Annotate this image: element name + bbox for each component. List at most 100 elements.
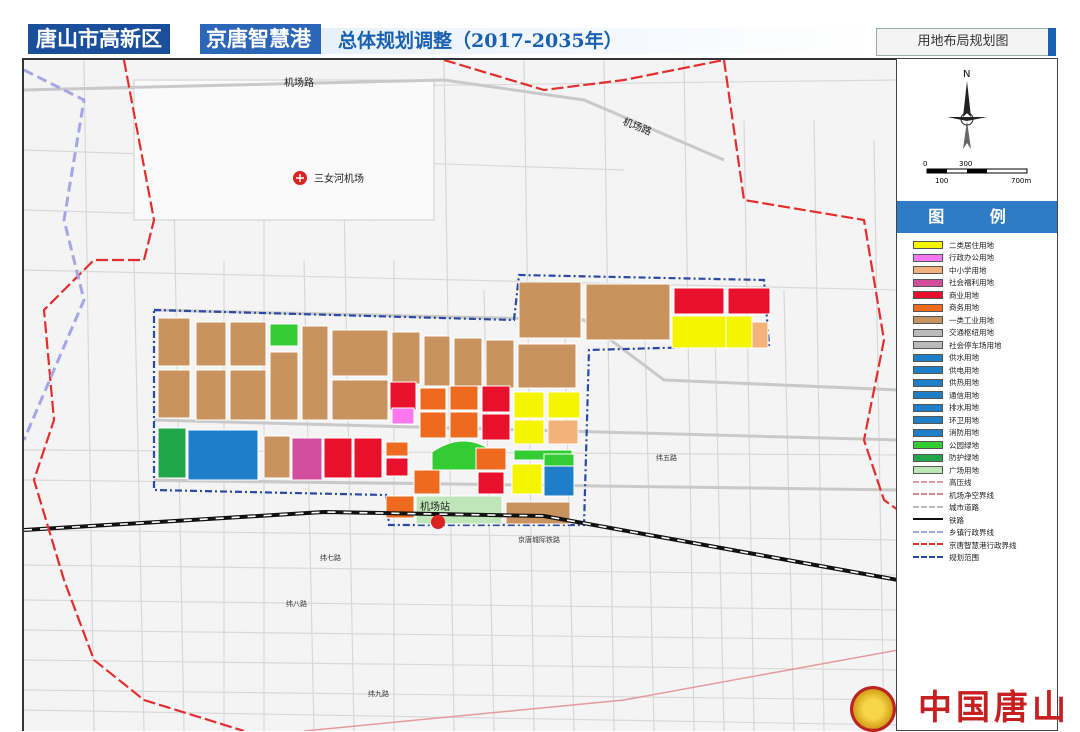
legend-swatch bbox=[913, 241, 943, 250]
map-name-label: 用地布局规划图 bbox=[876, 28, 1050, 56]
legend-label: 广场用地 bbox=[949, 465, 979, 475]
legend-swatch bbox=[913, 441, 943, 450]
legend-label: 中小学用地 bbox=[949, 265, 987, 275]
legend-swatch bbox=[913, 403, 943, 412]
legend-label: 规划范围 bbox=[949, 553, 979, 563]
legend-item: 行政办公用地 bbox=[913, 252, 1053, 265]
legend-label: 公园绿地 bbox=[949, 440, 979, 450]
legend-item: 社会福利用地 bbox=[913, 277, 1053, 290]
scale-tick-700: 700m bbox=[1011, 177, 1031, 185]
airport-label: 三女河机场 bbox=[314, 172, 364, 185]
legend-item: 环卫用地 bbox=[913, 414, 1053, 427]
legend-label: 供热用地 bbox=[949, 378, 979, 388]
legend-swatch bbox=[913, 391, 943, 400]
legend-label: 消防用地 bbox=[949, 428, 979, 438]
legend-label: 通信用地 bbox=[949, 390, 979, 400]
school-parcel-2 bbox=[751, 321, 769, 349]
district-title: 唐山市高新区 bbox=[28, 24, 170, 54]
legend-swatch bbox=[913, 278, 943, 287]
legend-label: 行政办公用地 bbox=[949, 253, 994, 263]
legend-swatch bbox=[913, 453, 943, 462]
legend-item: 高压线 bbox=[913, 477, 1053, 490]
rail-label: 京唐城际铁路 bbox=[518, 535, 560, 544]
legend-item: 商业用地 bbox=[913, 289, 1053, 302]
legend-swatch bbox=[913, 505, 943, 510]
legend-label: 商务用地 bbox=[949, 303, 979, 313]
scale-bar: 0 300 100 700m bbox=[923, 160, 1031, 185]
map-name-accent bbox=[1048, 28, 1056, 56]
legend-swatch bbox=[913, 480, 943, 485]
school-parcel bbox=[547, 419, 579, 445]
legend-label: 社会福利用地 bbox=[949, 278, 994, 288]
utility-parcel-2 bbox=[543, 465, 575, 497]
legend-label: 高压线 bbox=[949, 478, 972, 488]
legend-swatch bbox=[913, 341, 943, 350]
legend-item: 商务用地 bbox=[913, 302, 1053, 315]
legend-label: 乡镇行政界线 bbox=[949, 528, 994, 538]
road-wei8-label: 纬八路 bbox=[286, 599, 307, 608]
legend-item: 铁路 bbox=[913, 514, 1053, 527]
legend-item: 城市道路 bbox=[913, 502, 1053, 515]
airport-area bbox=[133, 79, 435, 221]
legend-item: 社会停车场用地 bbox=[913, 339, 1053, 352]
legend-item: 交通枢纽用地 bbox=[913, 327, 1053, 340]
legend-swatch bbox=[913, 518, 943, 522]
north-arrow-icon: N bbox=[947, 69, 987, 149]
header-bar: 唐山市高新区 京唐智慧港 总体规划调整（2017-2035年） 用地布局规划图 bbox=[0, 0, 1080, 60]
legend-item: 中小学用地 bbox=[913, 264, 1053, 277]
utility-parcel-3 bbox=[157, 427, 187, 479]
legend-swatch bbox=[913, 378, 943, 387]
legend-item: 排水用地 bbox=[913, 402, 1053, 415]
legend-swatch bbox=[913, 266, 943, 275]
legend-label: 一类工业用地 bbox=[949, 315, 994, 325]
legend-label: 铁路 bbox=[949, 515, 964, 525]
legend-label: 城市道路 bbox=[949, 503, 979, 513]
airport-road-label-w: 机场路 bbox=[284, 76, 314, 89]
road-wei7-label: 纬七路 bbox=[320, 553, 341, 562]
legend-item: 京唐智慧港行政界线 bbox=[913, 539, 1053, 552]
map-frame: 三女河机场 机场路 机场路 机场站 京唐城际铁路 纬七路 纬八路 纬九路 纬五路 bbox=[22, 58, 898, 731]
legend-swatch bbox=[913, 328, 943, 337]
legend-item: 通信用地 bbox=[913, 389, 1053, 402]
legend-item: 消防用地 bbox=[913, 427, 1053, 440]
legend-swatch bbox=[913, 543, 943, 547]
legend-label: 排水用地 bbox=[949, 403, 979, 413]
road-wei5-label: 纬五路 bbox=[656, 453, 677, 462]
emblem-icon bbox=[850, 686, 896, 732]
legend-swatch bbox=[913, 353, 943, 362]
legend-item: 公园绿地 bbox=[913, 439, 1053, 452]
station-icon bbox=[431, 515, 445, 529]
legend-item: 机场净空界线 bbox=[913, 489, 1053, 502]
legend-item: 一类工业用地 bbox=[913, 314, 1053, 327]
legend-label: 商业用地 bbox=[949, 290, 979, 300]
legend-swatch bbox=[913, 466, 943, 475]
port-title: 京唐智慧港 bbox=[200, 24, 321, 54]
legend-label: 京唐智慧港行政界线 bbox=[949, 540, 1017, 550]
legend-swatch bbox=[913, 428, 943, 437]
legend-label: 环卫用地 bbox=[949, 415, 979, 425]
legend-label: 机场净空界线 bbox=[949, 490, 994, 500]
legend-item: 乡镇行政界线 bbox=[913, 527, 1053, 540]
legend-label: 交通枢纽用地 bbox=[949, 328, 994, 338]
legend-item: 供水用地 bbox=[913, 352, 1053, 365]
land-use-map: 三女河机场 机场路 机场路 机场站 京唐城际铁路 纬七路 纬八路 纬九路 纬五路 bbox=[24, 60, 898, 731]
legend-title: 图 例 bbox=[897, 201, 1057, 233]
legend-swatch bbox=[913, 291, 943, 300]
legend-label: 供水用地 bbox=[949, 353, 979, 363]
legend-swatch bbox=[913, 493, 943, 497]
plan-title: 总体规划调整（2017-2035年） bbox=[338, 30, 623, 52]
legend-swatch bbox=[913, 253, 943, 262]
legend-label: 二类居住用地 bbox=[949, 240, 994, 250]
legend-swatch bbox=[913, 555, 943, 560]
station-label: 机场站 bbox=[420, 500, 450, 513]
legend-panel: N 0 300 100 700m 图 例 二类居住用地 行政办公用地 中小学用地社会… bbox=[896, 58, 1058, 731]
legend-item: 防护绿地 bbox=[913, 452, 1053, 465]
legend-item: 规划范围 bbox=[913, 552, 1053, 565]
watermark-text: 中国唐山 bbox=[918, 688, 1070, 728]
scale-tick-0: 0 bbox=[923, 160, 927, 168]
legend-item: 供电用地 bbox=[913, 364, 1053, 377]
scale-tick-100: 100 bbox=[935, 177, 948, 185]
utility-parcel bbox=[187, 429, 259, 481]
legend-item: 广场用地 bbox=[913, 464, 1053, 477]
legend-list: 二类居住用地 行政办公用地 中小学用地社会福利用地 商业用地商务用地一类工业用地 交通枢… bbox=[913, 239, 1053, 564]
